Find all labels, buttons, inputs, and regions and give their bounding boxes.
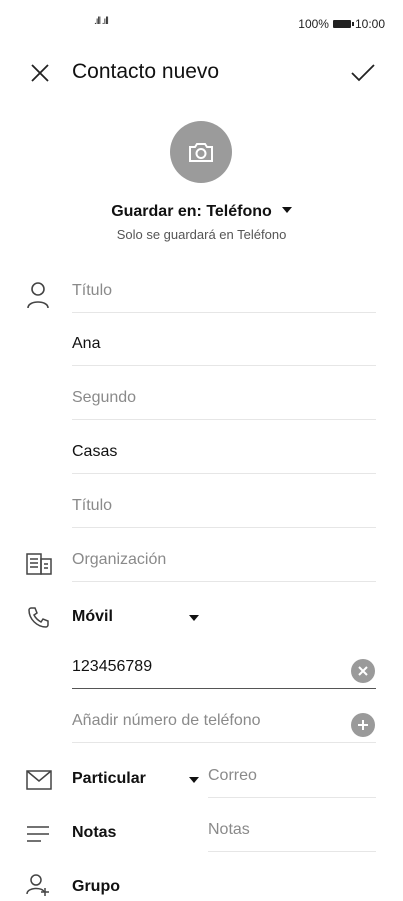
mail-icon [26, 770, 52, 795]
organization-field[interactable]: Organización [72, 541, 376, 582]
email-placeholder: Correo [208, 767, 257, 784]
confirm-button[interactable] [350, 61, 376, 85]
phone-type-caret-icon [189, 615, 199, 621]
first-name-value: Ana [72, 335, 101, 352]
add-phone-field[interactable]: Añadir número de teléfono [72, 702, 376, 743]
notes-icon [26, 825, 50, 848]
close-button[interactable] [28, 61, 52, 85]
email-field[interactable]: Correo [208, 757, 376, 798]
middle-name-placeholder: Segundo [72, 389, 137, 406]
last-name-field[interactable]: Casas [72, 433, 376, 474]
group-icon [26, 874, 50, 901]
clear-phone-button[interactable] [351, 659, 375, 683]
page-title: Contacto nuevo [72, 60, 220, 83]
organization-placeholder: Organización [72, 551, 167, 568]
phone-icon [26, 606, 50, 635]
add-phone-placeholder: Añadir número de teléfono [72, 712, 261, 729]
signal-icon: .ıll .ıll [94, 16, 109, 27]
dropdown-caret-icon [281, 206, 292, 213]
battery-percent: 100% [298, 17, 329, 31]
phone-type-dropdown[interactable]: Móvil [72, 608, 113, 626]
add-phone-button[interactable] [351, 713, 375, 737]
check-icon [351, 64, 375, 82]
group-selector[interactable]: Grupo [72, 878, 120, 896]
suffix-placeholder: Título [72, 497, 113, 514]
phone-number-value: 123456789 [72, 658, 153, 675]
plus-icon [358, 720, 368, 730]
email-type-dropdown[interactable]: Particular [72, 770, 146, 788]
organization-icon [26, 553, 52, 580]
camera-icon [189, 143, 213, 162]
clock: 10:00 [354, 17, 385, 31]
person-icon [26, 281, 50, 314]
add-photo-button[interactable] [170, 121, 232, 183]
prefix-placeholder: Título [72, 282, 113, 299]
save-location-label: Guardar en: Teléfono [111, 203, 272, 220]
middle-name-field[interactable]: Segundo [72, 379, 376, 420]
status-bar: .ıll .ıll 100% 10:00 [0, 0, 403, 48]
clear-icon [358, 666, 368, 676]
prefix-field[interactable]: Título [72, 272, 376, 313]
email-type-caret-icon [189, 777, 199, 783]
notes-placeholder: Notas [208, 821, 250, 838]
last-name-value: Casas [72, 443, 118, 460]
suffix-field[interactable]: Título [72, 487, 376, 528]
notes-field[interactable]: Notas [208, 811, 376, 852]
phone-number-field[interactable]: 123456789 [72, 648, 376, 689]
notes-label: Notas [72, 824, 117, 841]
close-icon [31, 64, 49, 82]
status-right: 100% 10:00 [298, 17, 385, 31]
save-location-note: Solo se guardará en Teléfono [116, 227, 287, 242]
battery-icon [332, 20, 354, 28]
first-name-field[interactable]: Ana [72, 325, 376, 366]
save-location-selector[interactable]: Guardar en: Teléfono [0, 203, 403, 221]
